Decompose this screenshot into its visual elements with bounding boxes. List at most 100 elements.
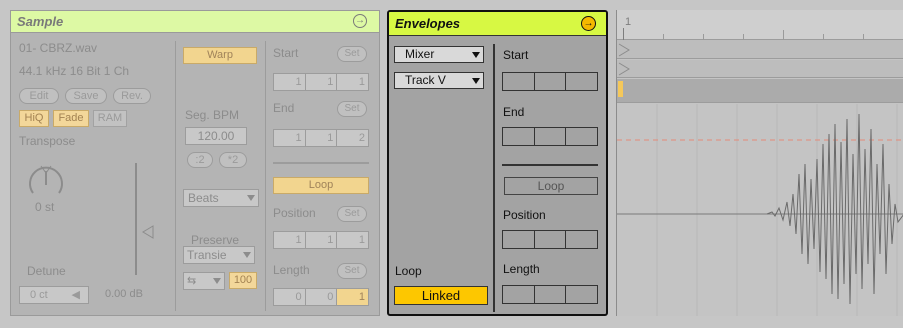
detune-label: Detune [27,264,66,278]
loop-brace[interactable] [618,81,623,97]
start-sixteenth[interactable]: 1 [336,74,369,90]
position-field[interactable]: 1 1 1 [273,231,369,249]
env-end-sixteenth[interactable] [565,128,598,145]
start-field[interactable]: 1 1 1 [273,73,369,91]
volume-value: 0.00 dB [105,288,143,300]
envelopes-header-arrow-icon[interactable]: → [581,16,596,31]
sample-box: Sample → 01- CBRZ.wav 44.1 kHz 16 Bit 1 … [10,10,380,316]
preserve-arrow-icon [243,252,251,258]
transpose-knob[interactable] [21,149,71,199]
loop-brace-lane[interactable] [617,79,903,103]
length-field[interactable]: 0 0 1 [273,288,369,306]
control-chooser-value: Track V [405,73,446,87]
envelopes-header[interactable]: Envelopes → [389,12,606,36]
warp-button[interactable]: Warp [183,47,257,64]
preserve-label: Preserve [191,233,240,247]
sample-header[interactable]: Sample → [11,11,379,33]
volume-slider-handle-icon[interactable] [142,225,154,239]
length-label: Length [273,263,310,277]
env-length-bar[interactable] [503,286,534,303]
env-length-sixteenth[interactable] [565,286,598,303]
env-start-bar[interactable] [503,73,534,90]
env-position-field[interactable] [502,230,598,249]
transpose-value: 0 st [35,200,55,214]
env-length-label: Length [503,262,540,276]
sample-header-arrow-icon[interactable]: → [353,14,367,28]
fade-button[interactable]: Fade [53,110,89,127]
start-marker-lane[interactable] [617,40,903,59]
env-length-field[interactable] [502,285,598,304]
ruler-tick [783,30,784,40]
length-beat[interactable]: 0 [304,289,337,305]
start-bar[interactable]: 1 [274,74,305,90]
env-position-sixteenth[interactable] [565,231,598,248]
end-marker-icon[interactable] [618,62,630,76]
edit-button[interactable]: Edit [19,88,59,104]
env-start-label: Start [503,48,529,62]
start-beat[interactable]: 1 [304,74,337,90]
seg-bpm-label: Seg. BPM [185,108,240,122]
end-label: End [273,101,295,115]
separator-1 [175,41,176,311]
warp-mode-arrow-icon [247,195,255,201]
env-end-bar[interactable] [503,128,534,145]
volume-slider[interactable] [135,163,137,275]
env-position-bar[interactable] [503,231,534,248]
warp-mode-value: Beats [188,191,219,205]
env-length-beat[interactable] [533,286,566,303]
preserve-chooser[interactable]: Transie [183,246,255,264]
env-start-field[interactable] [502,72,598,91]
env-end-field[interactable] [502,127,598,146]
end-sixteenth[interactable]: 2 [336,130,369,146]
env-position-beat[interactable] [533,231,566,248]
double-tempo-button[interactable]: *2 [219,152,247,168]
env-start-beat[interactable] [533,73,566,90]
ruler-marker: 1 [625,16,632,28]
device-chooser[interactable]: Mixer [394,46,484,63]
detune-arrow-icon: ◀ [71,289,80,301]
sample-display[interactable]: 1 [616,10,903,316]
envelopes-box: Envelopes → Mixer Track V Start End Loop… [387,10,608,316]
position-sixteenth[interactable]: 1 [336,232,369,248]
end-field[interactable]: 1 1 2 [273,129,369,147]
length-bar[interactable]: 0 [274,289,305,305]
start-marker-icon[interactable] [618,43,630,57]
transient-envelope-field[interactable]: 100 [229,272,257,289]
env-end-beat[interactable] [533,128,566,145]
ram-button[interactable]: RAM [93,110,127,127]
length-set-button[interactable]: Set [337,263,367,279]
detune-field[interactable]: 0 ct ◀ [19,286,89,304]
seg-bpm-field[interactable]: 120.00 [185,127,247,145]
loop-mode-chooser[interactable]: ⇆ [183,272,225,290]
transpose-label: Transpose [19,134,76,148]
end-bar[interactable]: 1 [274,130,305,146]
waveform-display[interactable] [617,104,903,316]
loop-mode-icon: ⇆ [187,275,197,287]
warp-mode-chooser[interactable]: Beats [183,189,259,207]
length-sixteenth[interactable]: 1 [336,289,369,305]
half-tempo-button[interactable]: :2 [187,152,213,168]
env-loop-divider [502,164,598,166]
sample-loop-button[interactable]: Loop [273,177,369,194]
env-loop-button[interactable]: Loop [504,177,598,195]
control-chooser[interactable]: Track V [394,72,484,89]
env-start-sixteenth[interactable] [565,73,598,90]
end-marker-lane[interactable] [617,60,903,78]
timeline-ruler[interactable]: 1 [617,10,903,40]
end-set-button[interactable]: Set [337,101,367,117]
detune-value: 0 ct [30,289,48,301]
save-button[interactable]: Save [65,88,107,104]
linked-button[interactable]: Linked [394,286,488,305]
rev-button[interactable]: Rev. [113,88,151,104]
start-label: Start [273,46,299,60]
env-position-label: Position [503,208,546,222]
position-bar[interactable]: 1 [274,232,305,248]
position-set-button[interactable]: Set [337,206,367,222]
separator-2 [265,41,266,311]
hiq-button[interactable]: HiQ [19,110,49,127]
position-label: Position [273,206,316,220]
end-beat[interactable]: 1 [304,130,337,146]
start-set-button[interactable]: Set [337,46,367,62]
position-beat[interactable]: 1 [304,232,337,248]
env-loop-label: Loop [395,264,422,278]
